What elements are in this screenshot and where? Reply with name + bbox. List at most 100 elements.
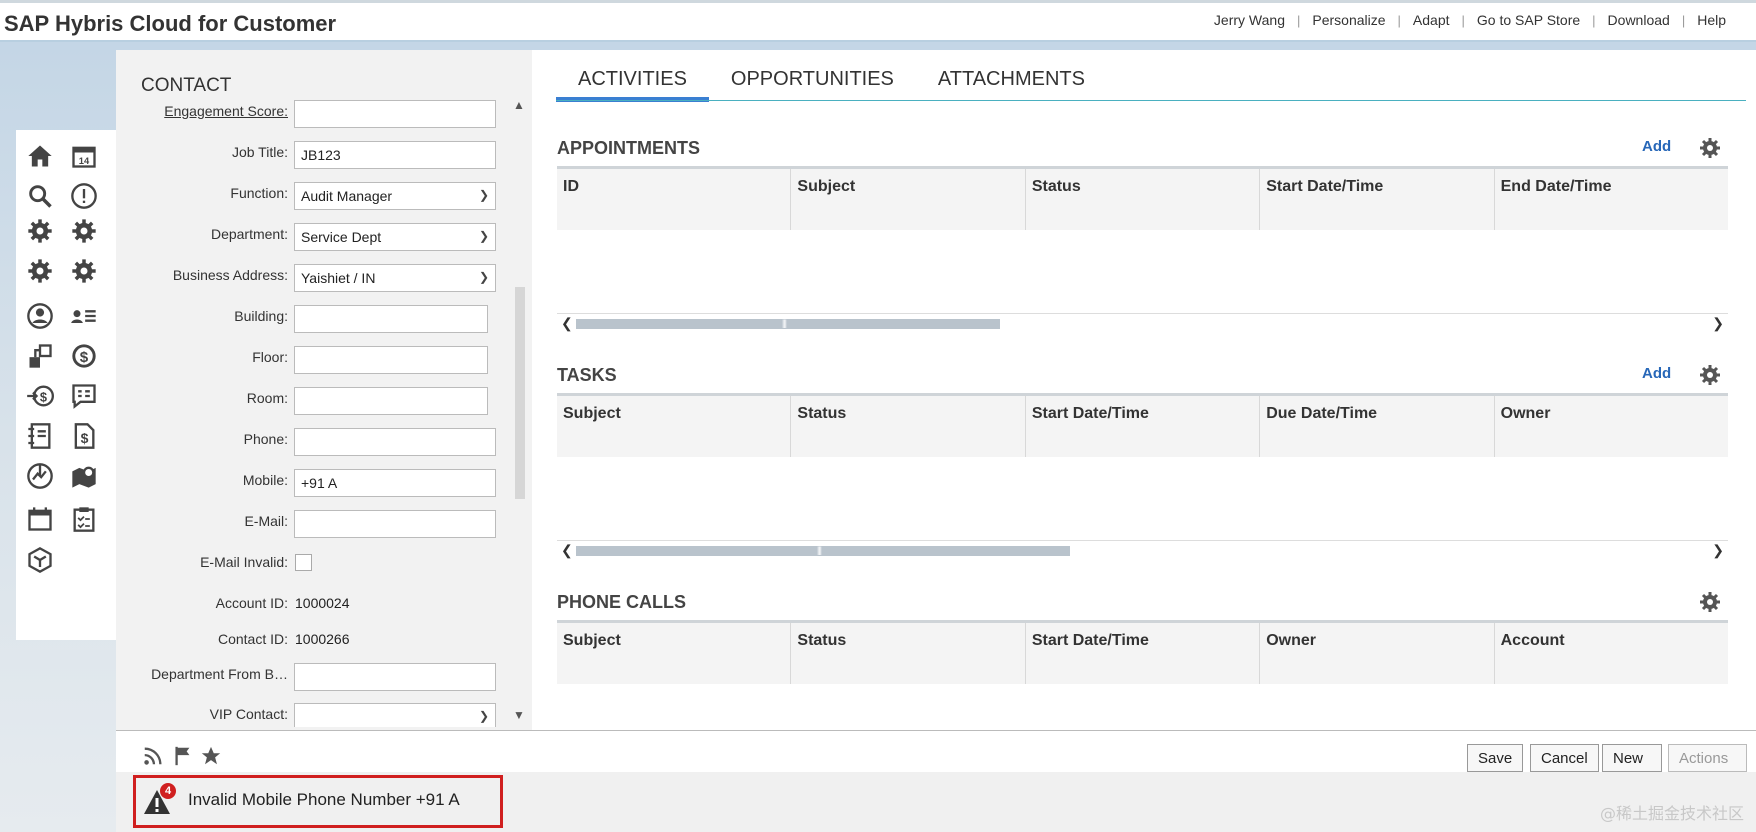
sap-store-link[interactable]: Go to SAP Store <box>1465 12 1592 28</box>
calendar-icon[interactable] <box>24 503 56 535</box>
phone-row: Phone: <box>126 428 496 456</box>
gear-icon[interactable] <box>24 255 56 287</box>
personalize-link[interactable]: Personalize <box>1300 12 1397 28</box>
save-button[interactable]: Save <box>1467 744 1524 772</box>
chat-dollar-icon[interactable] <box>68 380 100 412</box>
scroll-down-icon[interactable]: ▼ <box>513 708 525 722</box>
tasks-hscrollbar[interactable]: ❮ ||| ❯ <box>557 540 1728 560</box>
gear-icon[interactable] <box>1698 363 1722 387</box>
org-chart-icon[interactable] <box>24 340 56 372</box>
contact-list-icon[interactable] <box>68 300 100 332</box>
scrollbar-thumb[interactable] <box>576 319 1000 329</box>
engagement-score-input[interactable] <box>294 100 496 128</box>
column-header[interactable]: End Date/Time <box>1495 169 1728 230</box>
flag-icon[interactable] <box>172 745 194 767</box>
column-header[interactable]: Status <box>791 396 1026 457</box>
column-header[interactable]: Owner <box>1495 396 1728 457</box>
email-invalid-checkbox[interactable] <box>295 554 312 571</box>
calendar-14-icon[interactable]: 14 <box>68 140 100 172</box>
floor-row: Floor: <box>126 346 496 374</box>
column-header[interactable]: Due Date/Time <box>1260 396 1495 457</box>
help-link[interactable]: Help <box>1685 12 1738 28</box>
cancel-button[interactable]: Cancel <box>1530 744 1599 772</box>
business-address-select[interactable]: Yaishiet / IN ❯ <box>294 264 496 292</box>
email-invalid-row: E-Mail Invalid: <box>126 551 496 579</box>
column-header[interactable]: Start Date/Time <box>1260 169 1495 230</box>
gear-icon[interactable] <box>1698 136 1722 160</box>
alert-icon[interactable] <box>68 180 100 212</box>
svg-text:$: $ <box>81 430 89 446</box>
appointments-title: APPOINTMENTS <box>557 138 701 158</box>
vip-contact-select[interactable]: ❯ <box>294 703 496 727</box>
contact-id-value: 1000266 <box>295 631 350 647</box>
building-input[interactable] <box>294 305 488 333</box>
scrollbar-thumb[interactable] <box>576 546 1070 556</box>
tab-divider <box>556 100 1746 101</box>
floor-input[interactable] <box>294 346 488 374</box>
function-label: Function: <box>230 185 288 201</box>
invoice-dollar-icon[interactable]: $ <box>68 420 100 452</box>
home-icon[interactable] <box>24 140 56 172</box>
watermark: @稀土掘金技术社区 <box>1599 804 1744 823</box>
contact-title: CONTACT <box>141 75 232 96</box>
appointments-add-link[interactable]: Add <box>1642 138 1671 155</box>
column-header[interactable]: Account <box>1495 623 1728 684</box>
column-header[interactable]: Owner <box>1260 623 1495 684</box>
scroll-up-icon[interactable]: ▲ <box>513 98 525 112</box>
map-pin-icon[interactable] <box>68 460 100 492</box>
function-select[interactable]: Audit Manager ❯ <box>294 182 496 210</box>
column-header[interactable]: Start Date/Time <box>1026 396 1261 457</box>
tab-opportunities[interactable]: OPPORTUNITIES <box>709 66 916 102</box>
phone-input[interactable] <box>294 428 496 456</box>
scroll-right-icon[interactable]: ❯ <box>1712 315 1724 332</box>
user-circle-icon[interactable] <box>24 300 56 332</box>
dollar-circle-icon[interactable]: $ <box>68 340 100 372</box>
tab-attachments[interactable]: ATTACHMENTS <box>916 66 1107 102</box>
gear-icon[interactable] <box>68 255 100 287</box>
email-input[interactable] <box>294 510 496 538</box>
dept-from-b-input[interactable] <box>294 663 496 691</box>
adapt-link[interactable]: Adapt <box>1401 12 1462 28</box>
globe-refresh-icon[interactable] <box>24 460 56 492</box>
scroll-right-icon[interactable]: ❯ <box>1712 542 1724 559</box>
actions-button[interactable]: Actions <box>1668 744 1748 772</box>
tab-activities[interactable]: ACTIVITIES <box>556 66 709 102</box>
column-header[interactable]: Start Date/Time <box>1026 623 1261 684</box>
error-message[interactable]: 4 Invalid Mobile Phone Number +91 A <box>133 775 503 828</box>
gear-icon[interactable] <box>68 215 100 247</box>
scroll-left-icon[interactable]: ❮ <box>561 542 573 559</box>
rss-feed-icon[interactable] <box>142 745 164 767</box>
account-id-label: Account ID: <box>215 595 288 611</box>
gear-icon[interactable] <box>24 215 56 247</box>
floor-label: Floor: <box>252 349 288 365</box>
room-input[interactable] <box>294 387 488 415</box>
column-header[interactable]: Subject <box>791 169 1026 230</box>
star-icon[interactable] <box>200 745 222 767</box>
column-header[interactable]: Status <box>1026 169 1261 230</box>
column-header[interactable]: Subject <box>557 396 792 457</box>
notebook-icon[interactable] <box>24 420 56 452</box>
appointments-table-header: ID Subject Status Start Date/Time End Da… <box>557 166 1728 230</box>
form-scrollbar-thumb[interactable] <box>515 287 525 499</box>
column-header[interactable]: ID <box>557 169 792 230</box>
scroll-left-icon[interactable]: ❮ <box>561 315 573 332</box>
phone-calls-title: PHONE CALLS <box>557 592 687 612</box>
cube-icon[interactable] <box>24 544 56 576</box>
search-icon[interactable] <box>24 180 56 212</box>
new-button[interactable]: New <box>1602 744 1663 772</box>
job-title-input[interactable]: JB123 <box>294 141 496 169</box>
download-link[interactable]: Download <box>1596 12 1682 28</box>
user-name-link[interactable]: Jerry Wang <box>1202 12 1297 28</box>
phone-label: Phone: <box>243 431 288 447</box>
department-select[interactable]: Service Dept ❯ <box>294 223 496 251</box>
clipboard-checklist-icon[interactable] <box>68 503 100 535</box>
app-title: SAP Hybris Cloud for Customer <box>4 11 337 36</box>
gear-icon[interactable] <box>1698 590 1722 614</box>
engagement-score-label[interactable]: Engagement Score: <box>164 103 288 119</box>
mobile-input[interactable]: +91 A <box>294 469 496 497</box>
money-transfer-icon[interactable]: $ <box>24 380 56 412</box>
tasks-add-link[interactable]: Add <box>1642 365 1671 382</box>
column-header[interactable]: Status <box>791 623 1026 684</box>
column-header[interactable]: Subject <box>557 623 792 684</box>
appointments-hscrollbar[interactable]: ❮ ||| ❯ <box>557 313 1728 333</box>
